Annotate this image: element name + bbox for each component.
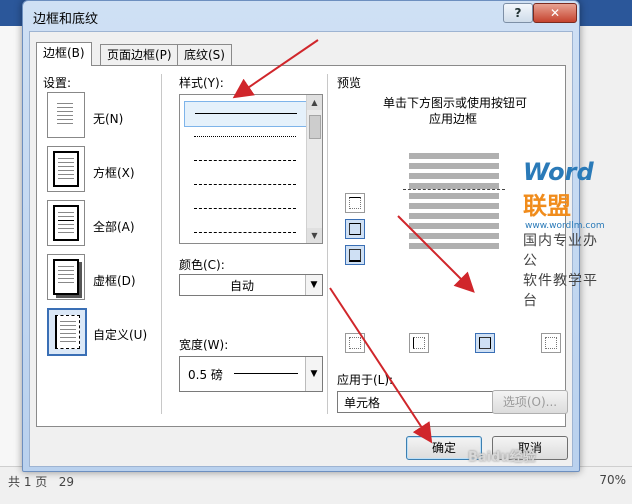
setting-all-label[interactable]: 全部(A) [93,218,135,235]
style-list[interactable]: ▲ ▼ [179,94,323,244]
settings-heading: 设置: [43,76,72,90]
preview-area: 预览 单击下方图示或使用按钮可 应用边框 Word联盟 www.wordlm.c… [337,76,605,401]
setting-all-icon[interactable] [47,200,85,246]
setting-grid-label[interactable]: 虚框(D) [93,272,136,289]
column-divider-left [161,74,162,414]
column-divider-right [327,74,328,414]
preview-heading: 预览 [337,76,362,90]
zoom-level[interactable]: 70% [599,473,626,487]
border-bottom-icon[interactable] [345,245,365,265]
style-item-solid[interactable] [184,101,308,127]
tab-shading[interactable]: 底纹(S) [177,44,232,65]
wordlm-logo: Word联盟 www.wordlm.com 国内专业办公 软件教学平台 [523,158,605,309]
ribbon-left-strip [0,26,23,466]
style-item-dashed[interactable] [184,173,306,197]
setting-custom-icon[interactable] [47,308,87,356]
preview-hint-2: 应用边框 [429,112,478,126]
border-left-icon[interactable] [409,333,429,353]
scroll-up-icon[interactable]: ▲ [307,95,322,110]
border-inside-horizontal-icon[interactable] [345,219,365,239]
tab-borders[interactable]: 边框(B) [36,42,92,66]
tab-page-border[interactable]: 页面边框(P) [100,44,179,65]
chevron-down-icon[interactable]: ▼ [305,357,322,391]
width-select[interactable]: 0.5 磅 ▼ [179,356,323,392]
style-item-dashed-small[interactable] [184,149,306,173]
style-item-dash-dot-dot[interactable] [184,221,306,243]
page-count: 共 1 页 29 [8,475,74,489]
border-inside-vertical-icon[interactable] [475,333,495,353]
apply-to-value: 单元格 [344,396,381,410]
style-item-dotted[interactable] [184,125,306,149]
width-heading: 宽度(W): [179,338,229,352]
scroll-thumb[interactable] [309,115,321,139]
style-heading: 样式(Y): [179,76,224,90]
color-heading: 颜色(C): [179,258,225,272]
width-value: 0.5 磅 [188,368,223,382]
preview-hint-1: 单击下方图示或使用按钮可 [383,96,528,110]
scroll-down-icon[interactable]: ▼ [307,228,322,243]
close-button[interactable]: ✕ [533,3,577,23]
options-button[interactable]: 选项(O)... [492,390,568,414]
borders-tab-panel: 设置: 无(N) 方框(X) 全部(A) 虚框(D) 自定义(U) 样式(Y):… [36,65,605,427]
setting-box-label[interactable]: 方框(X) [93,164,135,181]
setting-custom-label[interactable]: 自定义(U) [93,326,147,343]
color-value: 自动 [230,279,255,293]
apply-to-heading: 应用于(L): [337,373,394,387]
border-diagonal-up-icon[interactable] [541,333,561,353]
width-line-sample [234,373,298,374]
borders-shading-dialog: 边框和底纹 ? ✕ 边框(B) 页面边框(P) 底纹(S) 设置: 无(N) 方… [22,0,605,472]
color-select[interactable]: 自动 ▼ [179,274,323,296]
help-button[interactable]: ? [503,3,533,23]
dialog-title: 边框和底纹 [33,12,99,27]
border-top-icon[interactable] [345,193,365,213]
dialog-client: 边框(B) 页面边框(P) 底纹(S) 设置: 无(N) 方框(X) 全部(A)… [29,31,605,467]
setting-grid-icon[interactable] [47,254,85,300]
chevron-down-icon[interactable]: ▼ [305,275,322,295]
setting-box-icon[interactable] [47,146,85,192]
style-item-dash-dot[interactable] [184,197,306,221]
setting-none-label[interactable]: 无(N) [93,110,123,127]
preview-diagram[interactable] [403,145,543,265]
style-list-scrollbar[interactable]: ▲ ▼ [306,95,322,243]
setting-none-icon[interactable] [47,92,85,138]
border-diagonal-down-icon[interactable] [345,333,365,353]
dialog-titlebar: 边框和底纹 ? ✕ [23,1,579,31]
baidu-watermark: Baidu经验 [468,450,536,465]
